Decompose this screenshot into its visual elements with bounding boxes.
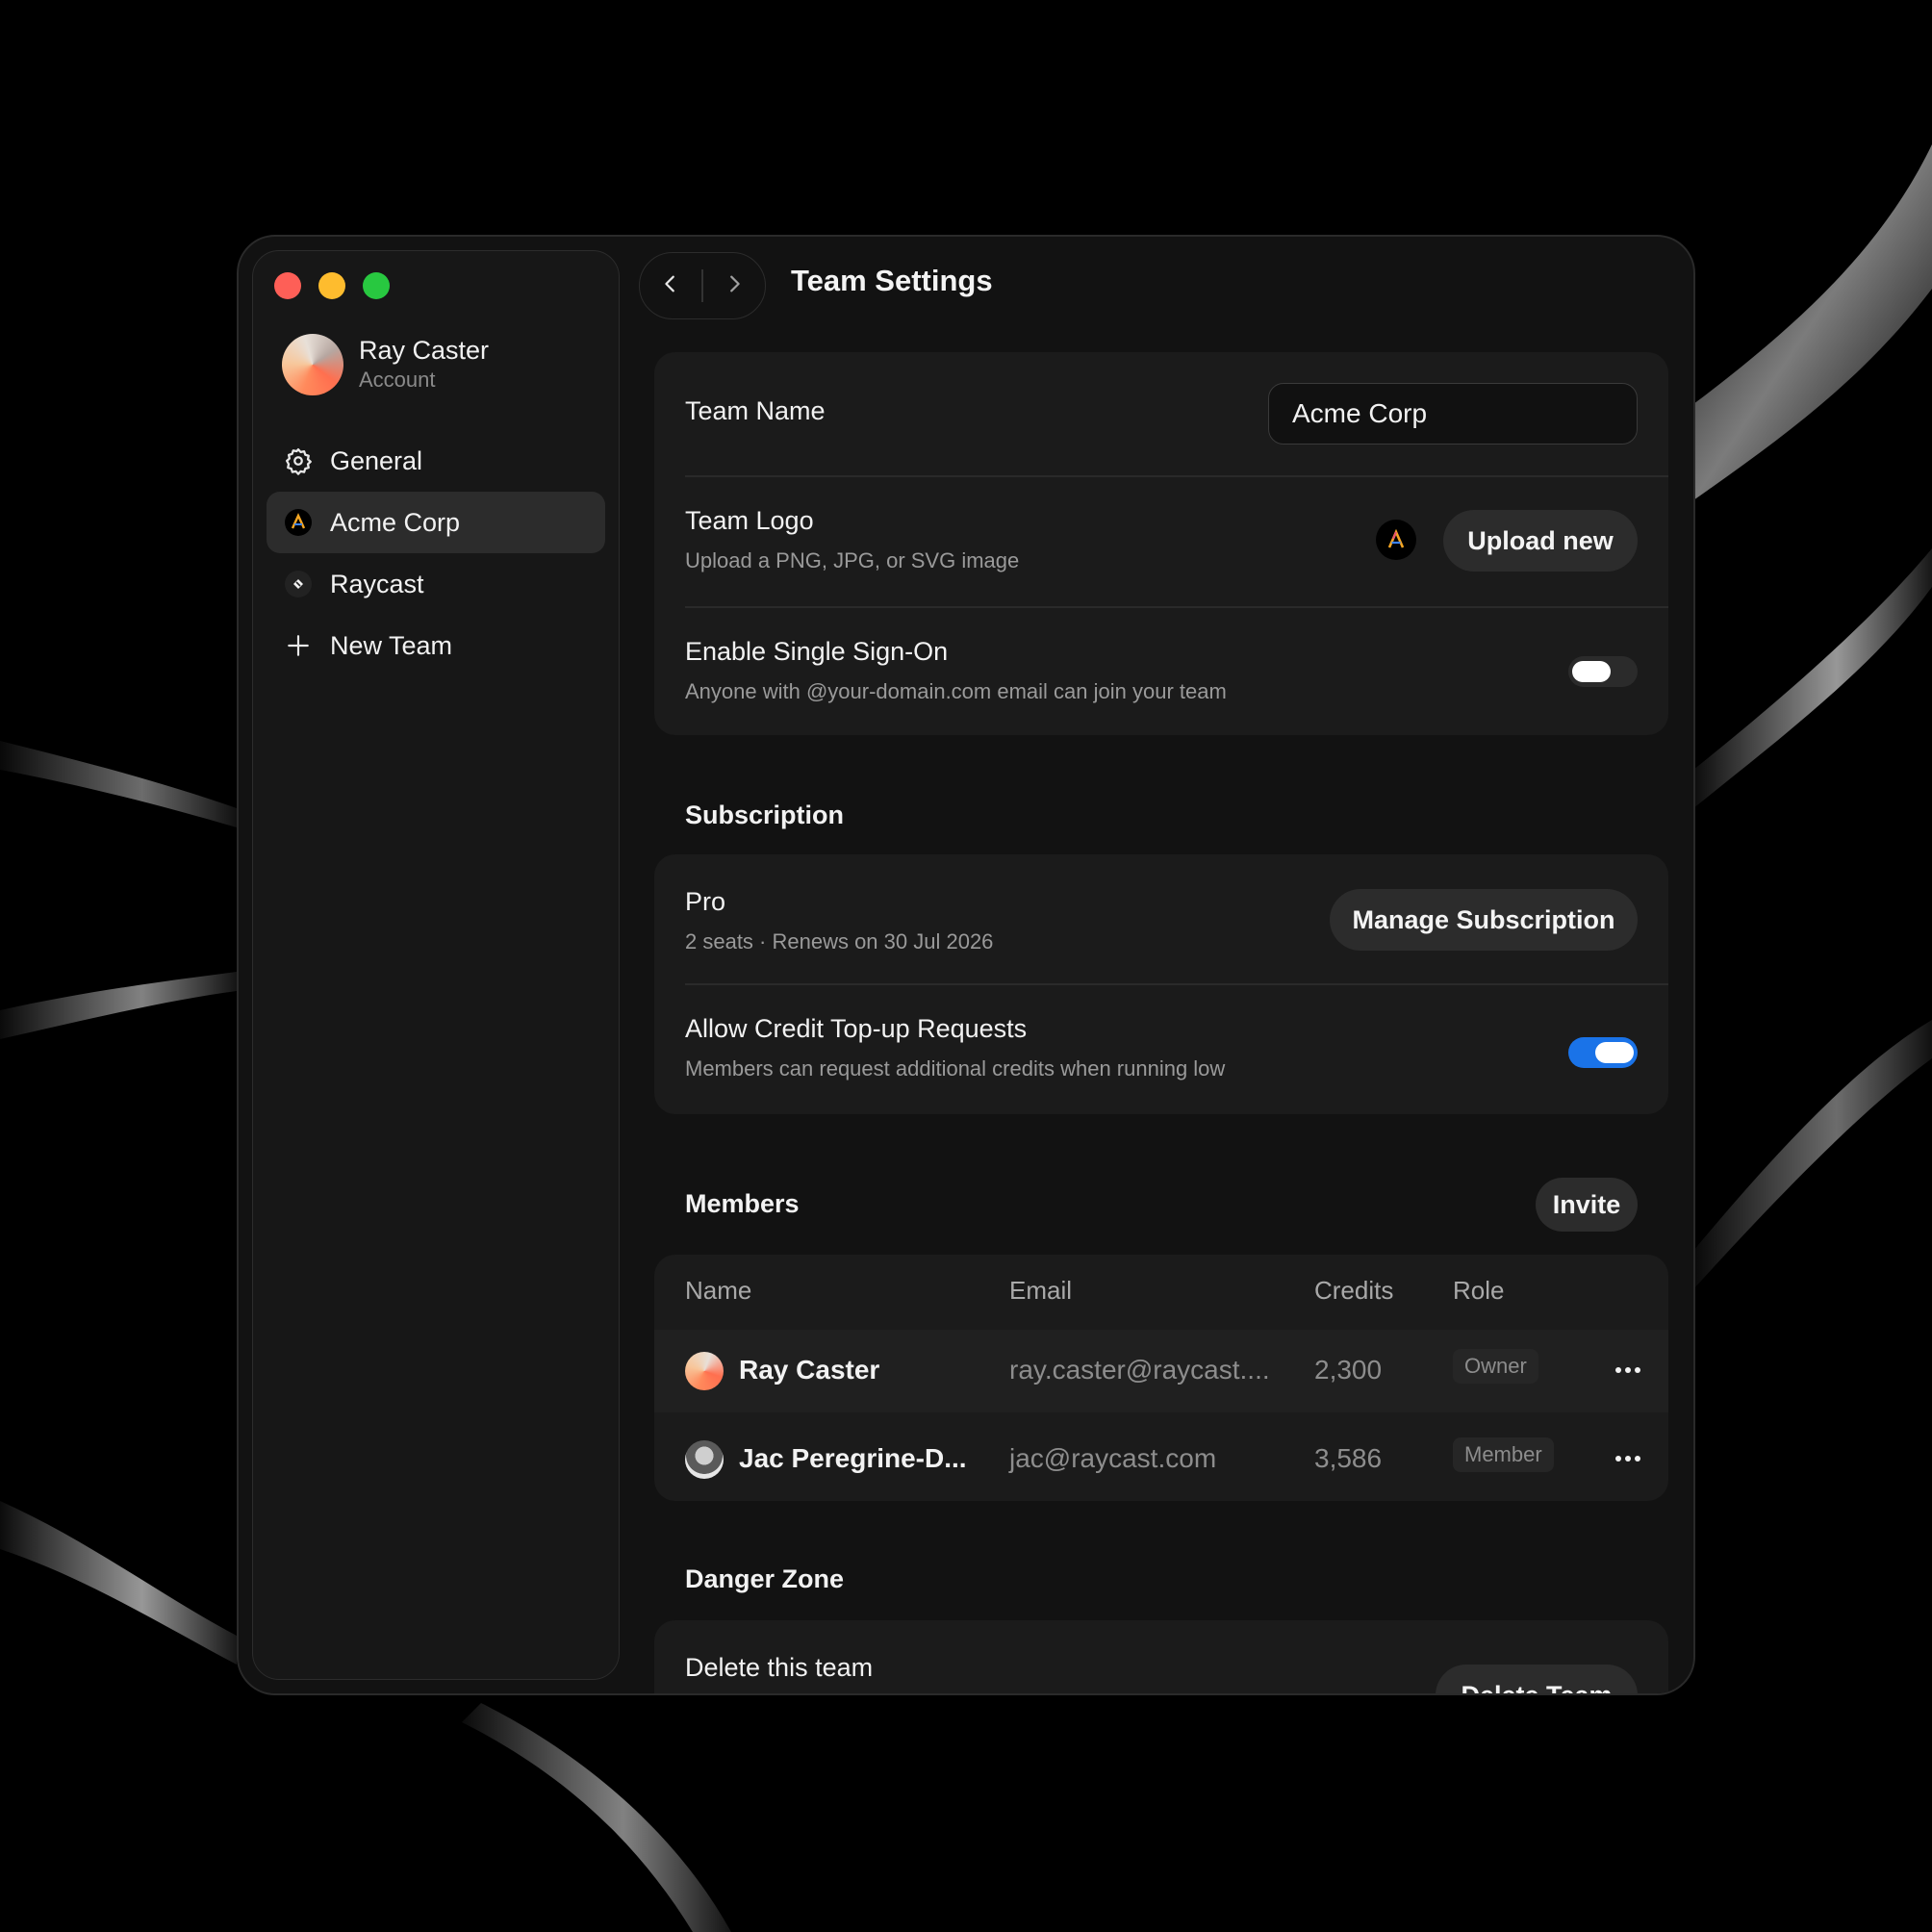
more-icon: [1614, 1450, 1641, 1467]
role-badge: Member: [1453, 1437, 1554, 1472]
row-more-button[interactable]: [1609, 1351, 1647, 1389]
invite-button[interactable]: Invite: [1536, 1178, 1638, 1232]
account-switcher[interactable]: Ray Caster Account: [282, 334, 489, 395]
delete-team-button[interactable]: Delete Team: [1436, 1665, 1638, 1693]
sidebar-item-raycast[interactable]: Raycast: [267, 553, 605, 615]
team-name-input[interactable]: Acme Corp: [1268, 383, 1638, 445]
team-logo-hint: Upload a PNG, JPG, or SVG image: [685, 548, 1020, 572]
main-content: Team Name Acme Corp Team Logo Upload a P…: [654, 237, 1668, 1693]
raycast-logo-icon: [284, 570, 313, 598]
member-email: jac@raycast.com: [1009, 1443, 1217, 1473]
plus-icon: [284, 631, 313, 660]
divider: [685, 475, 1668, 477]
more-icon: [1614, 1361, 1641, 1379]
divider: [685, 983, 1668, 985]
team-logo-label: Team Logo: [685, 506, 814, 535]
plan-name: Pro: [685, 887, 726, 916]
sidebar: Ray Caster Account General Acme Corp Ray…: [252, 250, 620, 1680]
subscription-heading: Subscription: [685, 801, 845, 829]
member-avatar: [685, 1440, 724, 1479]
minimize-window-button[interactable]: [318, 272, 345, 299]
account-name: Ray Caster: [359, 336, 490, 365]
account-avatar: [282, 334, 343, 395]
sidebar-nav: General Acme Corp Raycast New Team: [267, 430, 605, 676]
subscription-card: Pro 2 seats · Renews on 30 Jul 2026 Mana…: [654, 854, 1668, 1114]
acme-logo-icon: [284, 508, 313, 537]
member-email: ray.caster@raycast....: [1009, 1355, 1270, 1385]
team-logo-preview: [1376, 520, 1416, 560]
plan-details: 2 seats · Renews on 30 Jul 2026: [685, 929, 994, 953]
member-credits: 3,586: [1314, 1443, 1383, 1473]
members-table: Name Email Credits Role Ray Caster ray.c…: [654, 1255, 1668, 1501]
sso-label: Enable Single Sign-On: [685, 637, 949, 666]
danger-zone-card: Delete this team Delete Team: [654, 1620, 1668, 1693]
account-subtitle: Account: [359, 368, 436, 392]
member-name: Ray Caster: [739, 1355, 880, 1385]
topup-label: Allow Credit Top-up Requests: [685, 1014, 1028, 1043]
sidebar-item-label: General: [330, 445, 423, 475]
sidebar-item-label: Raycast: [330, 569, 424, 598]
sso-description: Anyone with @your-domain.com email can j…: [685, 679, 1227, 703]
member-credits: 2,300: [1314, 1355, 1383, 1385]
table-row[interactable]: Jac Peregrine-D... jac@raycast.com 3,586…: [654, 1418, 1668, 1501]
member-name: Jac Peregrine-D...: [739, 1443, 967, 1473]
sidebar-item-general[interactable]: General: [267, 430, 605, 492]
zoom-window-button[interactable]: [363, 272, 390, 299]
settings-window: Ray Caster Account General Acme Corp Ray…: [237, 235, 1695, 1695]
role-badge: Owner: [1453, 1349, 1538, 1384]
manage-subscription-button[interactable]: Manage Subscription: [1330, 889, 1638, 951]
upload-logo-button[interactable]: Upload new: [1443, 510, 1638, 572]
topup-toggle[interactable]: [1568, 1037, 1638, 1068]
sidebar-item-label: Acme Corp: [330, 507, 461, 537]
column-header-role[interactable]: Role: [1453, 1276, 1504, 1306]
sidebar-item-acme-corp[interactable]: Acme Corp: [267, 492, 605, 553]
team-details-card: Team Name Acme Corp Team Logo Upload a P…: [654, 352, 1668, 735]
gear-icon: [284, 446, 313, 475]
sidebar-item-label: New Team: [330, 630, 453, 660]
members-heading: Members: [685, 1189, 800, 1218]
danger-zone-heading: Danger Zone: [685, 1564, 845, 1593]
row-more-button[interactable]: [1609, 1439, 1647, 1478]
table-row[interactable]: Ray Caster ray.caster@raycast.... 2,300 …: [654, 1330, 1668, 1412]
member-avatar: [685, 1352, 724, 1390]
sidebar-item-new-team[interactable]: New Team: [267, 615, 605, 676]
delete-team-label: Delete this team: [685, 1653, 874, 1682]
divider: [685, 606, 1668, 608]
close-window-button[interactable]: [274, 272, 301, 299]
column-header-name[interactable]: Name: [685, 1276, 751, 1306]
column-header-email[interactable]: Email: [1009, 1276, 1072, 1306]
window-controls: [274, 272, 390, 299]
column-header-credits[interactable]: Credits: [1314, 1276, 1393, 1306]
team-name-label: Team Name: [685, 396, 826, 425]
topup-description: Members can request additional credits w…: [685, 1056, 1226, 1080]
sso-toggle[interactable]: [1568, 656, 1638, 687]
